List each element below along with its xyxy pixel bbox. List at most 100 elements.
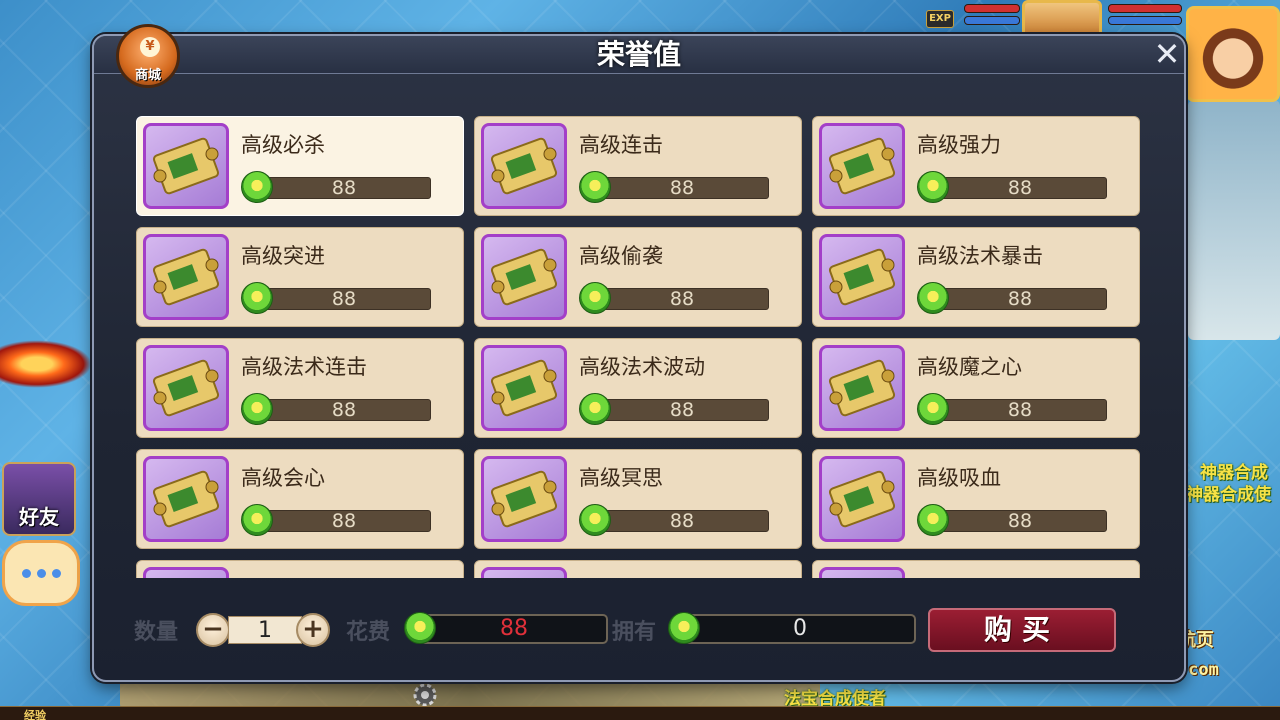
- item-name: 高级法术波动: [579, 355, 705, 379]
- honor-gem-icon: [241, 504, 273, 536]
- item-card[interactable]: 高级法术暴击 88: [812, 227, 1140, 327]
- buy-button[interactable]: 购买: [928, 608, 1116, 652]
- skill-scroll-icon: [481, 234, 567, 320]
- honor-gem-icon: [579, 504, 611, 536]
- skill-scroll-icon: [481, 567, 567, 578]
- chat-button[interactable]: [2, 540, 80, 606]
- item-name: 高级法术连击: [241, 355, 367, 379]
- honor-gem-icon: [579, 393, 611, 425]
- friends-label: 好友: [19, 505, 59, 529]
- item-price: 88: [1007, 177, 1033, 199]
- price-bar: 88: [595, 510, 769, 532]
- item-card[interactable]: [812, 560, 1140, 578]
- item-price: 88: [1007, 288, 1033, 310]
- item-name: 高级必杀: [241, 133, 325, 157]
- npc-name-label: 神器合成使: [1186, 485, 1271, 505]
- item-card[interactable]: 高级法术连击 88: [136, 338, 464, 438]
- cost-bar: 88: [420, 614, 608, 644]
- player-avatar[interactable]: [1186, 6, 1280, 102]
- price-bar: 88: [933, 177, 1107, 199]
- item-name: 高级连击: [579, 133, 663, 157]
- item-card[interactable]: 高级吸血 88: [812, 449, 1140, 549]
- quantity-label: 数量: [134, 620, 179, 645]
- honor-gem-icon: [917, 171, 949, 203]
- skill-scroll-icon: [143, 456, 229, 542]
- price-bar: 88: [257, 510, 431, 532]
- chat-dot-icon: [36, 568, 46, 578]
- honor-gem-icon: [917, 393, 949, 425]
- honor-gem-icon: [404, 612, 436, 644]
- item-card[interactable]: 高级冥思 88: [474, 449, 802, 549]
- item-card[interactable]: 高级会心 88: [136, 449, 464, 549]
- chat-dot-icon: [21, 568, 31, 578]
- item-price: 88: [669, 399, 695, 421]
- item-name: 高级偷袭: [579, 244, 663, 268]
- skill-scroll-icon: [143, 345, 229, 431]
- shop-button[interactable]: ¥ 商城: [116, 24, 180, 88]
- honor-gem-icon: [917, 282, 949, 314]
- price-bar: 88: [933, 288, 1107, 310]
- cost-label: 花费: [346, 620, 391, 645]
- item-card[interactable]: 高级连击 88: [474, 116, 802, 216]
- item-price: 88: [669, 177, 695, 199]
- price-bar: 88: [595, 288, 769, 310]
- skill-scroll-icon: [143, 567, 229, 578]
- exp-strip-label: 经验: [24, 709, 46, 720]
- item-price: 88: [669, 288, 695, 310]
- item-price: 88: [1007, 399, 1033, 421]
- price-bar: 88: [257, 288, 431, 310]
- item-name: 高级强力: [917, 133, 1001, 157]
- item-card[interactable]: [136, 560, 464, 578]
- pet-mp-bar: [964, 16, 1020, 25]
- price-bar: 88: [257, 399, 431, 421]
- item-price: 88: [1007, 510, 1033, 532]
- skill-scroll-icon: [143, 234, 229, 320]
- item-card[interactable]: [474, 560, 802, 578]
- honor-gem-icon: [241, 171, 273, 203]
- exp-badge: EXP: [926, 10, 954, 28]
- item-card[interactable]: 高级偷袭 88: [474, 227, 802, 327]
- quantity-field[interactable]: 1: [228, 616, 302, 644]
- skill-scroll-icon: [819, 234, 905, 320]
- shop-label: 商城: [134, 68, 161, 83]
- honor-gem-icon: [241, 282, 273, 314]
- item-card[interactable]: 高级强力 88: [812, 116, 1140, 216]
- honor-gem-icon: [668, 612, 700, 644]
- item-price: 88: [331, 510, 357, 532]
- skill-scroll-icon: [819, 567, 905, 578]
- price-bar: 88: [933, 399, 1107, 421]
- item-card[interactable]: 高级魔之心 88: [812, 338, 1140, 438]
- item-card[interactable]: 高级法术波动 88: [474, 338, 802, 438]
- item-card[interactable]: 高级必杀 88: [136, 116, 464, 216]
- skill-scroll-icon: [481, 123, 567, 209]
- skill-scroll-icon: [481, 345, 567, 431]
- close-icon[interactable]: ✕: [1152, 38, 1182, 70]
- panel-title: 荣誉值: [596, 38, 681, 71]
- honor-gem-icon: [579, 171, 611, 203]
- decrease-quantity-button[interactable]: −: [196, 613, 230, 647]
- skill-scroll-icon: [819, 345, 905, 431]
- item-price: 88: [331, 288, 357, 310]
- item-grid[interactable]: 高级必杀 88 高级连击 88 高级强力 88 高级突进 88 高级偷袭 88 高级法术暴击 88 高级…: [136, 116, 1144, 578]
- exp-strip: 经验: [0, 706, 1280, 720]
- owned-bar: 0: [684, 614, 916, 644]
- friends-button[interactable]: 好友: [2, 462, 76, 536]
- item-name: 高级吸血: [917, 466, 1001, 490]
- world-decoration: [1188, 100, 1280, 340]
- item-price: 88: [331, 399, 357, 421]
- honor-gem-icon: [579, 282, 611, 314]
- price-bar: 88: [595, 399, 769, 421]
- increase-quantity-button[interactable]: +: [296, 613, 330, 647]
- item-card[interactable]: 高级突进 88: [136, 227, 464, 327]
- price-bar: 88: [595, 177, 769, 199]
- skill-scroll-icon: [481, 456, 567, 542]
- fire-effect: [0, 340, 92, 388]
- price-bar: 88: [933, 510, 1107, 532]
- yen-icon: ¥: [140, 37, 160, 57]
- honor-gem-icon: [241, 393, 273, 425]
- item-name: 高级冥思: [579, 466, 663, 490]
- item-price: 88: [331, 177, 357, 199]
- owned-value: 0: [793, 616, 807, 641]
- player-mp-bar: [1108, 16, 1182, 25]
- skill-scroll-icon: [819, 456, 905, 542]
